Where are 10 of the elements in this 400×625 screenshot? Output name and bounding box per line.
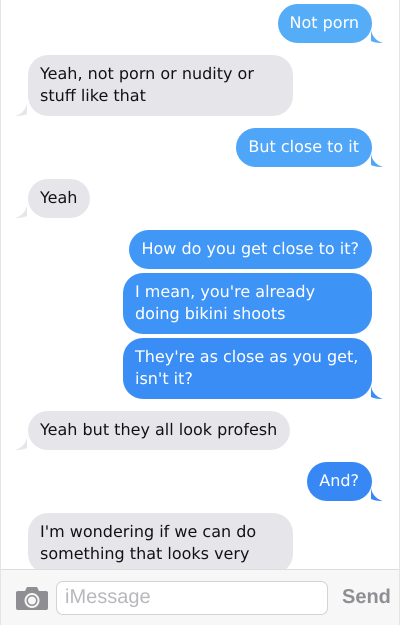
bubble-tail-icon [15, 437, 27, 450]
message-field[interactable]: iMessage [56, 580, 328, 614]
bubble-tail-icon [371, 386, 383, 399]
bubble-tail-icon [15, 103, 27, 116]
bubble-tail-icon [371, 154, 383, 167]
bubble-tail-icon [371, 30, 383, 43]
camera-icon[interactable] [16, 586, 48, 610]
bubble-tail-icon [15, 205, 27, 218]
bubble-tail-icon [371, 488, 383, 501]
send-button[interactable]: Send [340, 586, 391, 609]
